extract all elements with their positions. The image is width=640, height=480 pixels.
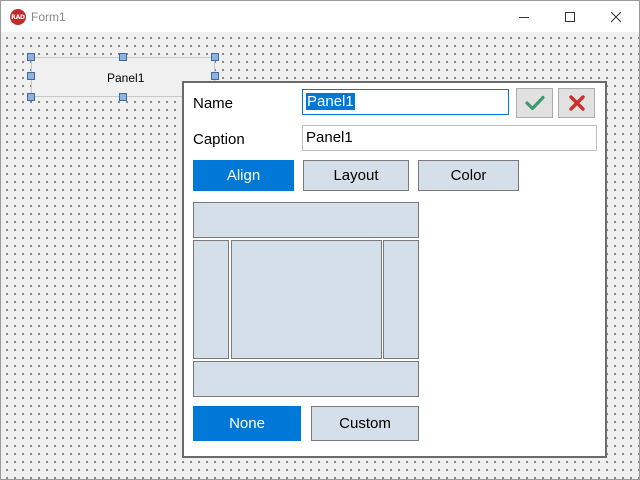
form-design-surface[interactable]: Panel1 Name Panel1 Caption Panel1 Align … xyxy=(1,32,639,479)
align-bottom-zone[interactable] xyxy=(193,361,419,397)
panel1-caption: Panel1 xyxy=(107,71,145,85)
quick-edit-popup: Name Panel1 Caption Panel1 Align Layout … xyxy=(182,81,607,458)
minimize-button[interactable] xyxy=(501,1,547,32)
name-input[interactable]: Panel1 xyxy=(302,89,509,115)
align-client-zone[interactable] xyxy=(231,240,382,359)
form-window: RAD Form1 Panel1 Name Panel1 Caption Pan… xyxy=(0,0,640,480)
resize-handle-top-left[interactable] xyxy=(27,53,35,61)
tab-align[interactable]: Align xyxy=(193,160,294,191)
resize-handle-right[interactable] xyxy=(211,72,219,80)
close-button[interactable] xyxy=(593,1,639,32)
close-icon xyxy=(611,11,621,22)
window-title: Form1 xyxy=(31,10,66,24)
name-input-value: Panel1 xyxy=(306,93,355,110)
resize-handle-top[interactable] xyxy=(119,53,127,61)
align-top-zone[interactable] xyxy=(193,202,419,238)
maximize-icon xyxy=(565,11,575,22)
x-icon xyxy=(568,95,585,111)
align-left-zone[interactable] xyxy=(193,240,229,359)
align-none-button[interactable]: None xyxy=(193,406,301,441)
resize-handle-bottom-left[interactable] xyxy=(27,93,35,101)
resize-handle-bottom[interactable] xyxy=(119,93,127,101)
resize-handle-top-right[interactable] xyxy=(211,53,219,61)
align-right-zone[interactable] xyxy=(383,240,419,359)
title-bar[interactable]: RAD Form1 xyxy=(1,1,639,32)
minimize-icon xyxy=(519,16,529,18)
align-custom-button[interactable]: Custom xyxy=(311,406,419,441)
resize-handle-left[interactable] xyxy=(27,72,35,80)
maximize-button[interactable] xyxy=(547,1,593,32)
tab-color[interactable]: Color xyxy=(418,160,519,191)
tab-layout[interactable]: Layout xyxy=(303,160,409,191)
caption-input-value: Panel1 xyxy=(306,129,353,146)
cancel-button[interactable] xyxy=(558,88,595,118)
checkmark-icon xyxy=(524,95,545,111)
app-logo-icon: RAD xyxy=(10,9,26,25)
name-label: Name xyxy=(193,95,234,112)
caption-input[interactable]: Panel1 xyxy=(302,125,597,151)
caption-label: Caption xyxy=(193,131,245,148)
ok-button[interactable] xyxy=(516,88,553,118)
